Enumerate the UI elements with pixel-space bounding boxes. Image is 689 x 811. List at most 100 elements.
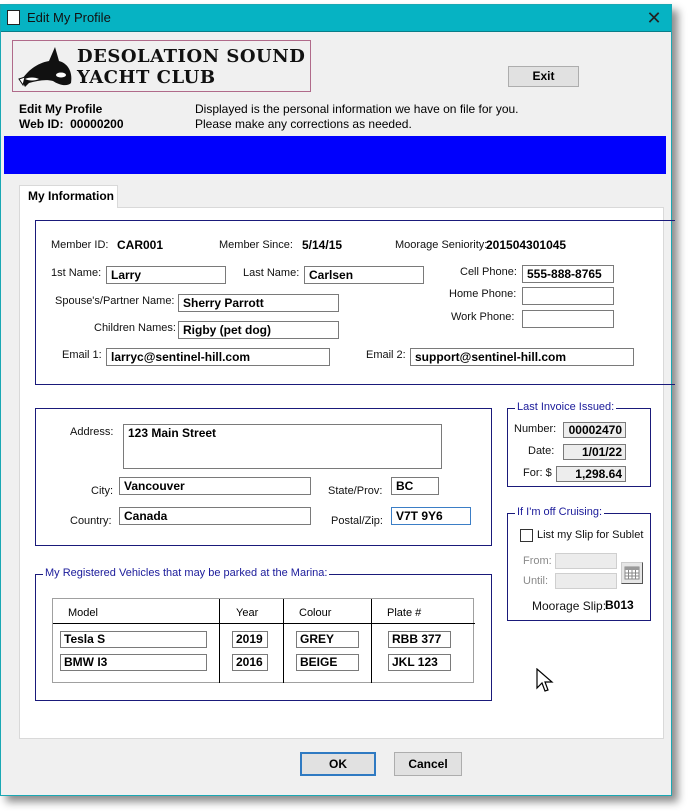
window-title: Edit My Profile [27, 10, 111, 25]
vehicle-colour-field[interactable]: BEIGE [296, 654, 359, 671]
children-label: Children Names: [94, 322, 176, 334]
cell-phone-label: Cell Phone: [460, 266, 517, 278]
member-id-value: CAR001 [117, 238, 164, 252]
orca-icon [18, 47, 72, 87]
title-bar: Edit My Profile ✕ [1, 5, 671, 32]
last-invoice-group: Last Invoice Issued: Number: 00002470 Da… [507, 401, 651, 487]
web-id-value: 00000200 [70, 117, 124, 131]
moorage-slip-value: B013 [605, 598, 634, 612]
until-label: Until: [523, 575, 549, 587]
address-group: Address: 123 Main Street City: Vancouver… [35, 408, 492, 546]
moorage-slip-label: Moorage Slip: [532, 599, 607, 613]
close-icon[interactable]: ✕ [643, 7, 665, 29]
address-field[interactable]: 123 Main Street [123, 424, 442, 469]
mouse-pointer-icon [536, 668, 554, 692]
member-info-group: Member ID: CAR001 Member Since: 5/14/15 … [35, 220, 675, 385]
postal-field[interactable]: V7T 9Y6 [391, 507, 471, 525]
email1-field[interactable]: larryc@sentinel-hill.com [106, 348, 330, 366]
header-info: Displayed is the personal information we… [195, 102, 519, 132]
invoice-number-label: Number: [514, 423, 557, 435]
app-icon [7, 10, 20, 25]
club-name: DESOLATION SOUND YACHT CLUB [77, 46, 305, 88]
invoice-amount-value: 1,298.64 [556, 466, 626, 482]
last-name-label: Last Name: [243, 267, 300, 279]
cruising-legend: If I'm off Cruising: [515, 506, 605, 518]
web-id-label: Web ID: [19, 117, 64, 131]
column-divider [219, 599, 220, 683]
address-label: Address: [70, 426, 114, 438]
column-header-colour: Colour [299, 607, 332, 619]
cruising-group: If I'm off Cruising: List my Slip for Su… [507, 506, 651, 621]
header-divider [53, 623, 475, 624]
city-field[interactable]: Vancouver [119, 477, 311, 495]
children-field[interactable]: Rigby (pet dog) [178, 321, 339, 339]
seniority-label: Moorage Seniority: [395, 239, 488, 251]
vehicle-plate-field[interactable]: JKL 123 [388, 654, 451, 671]
column-header-plate: Plate # [387, 607, 422, 619]
last-invoice-legend: Last Invoice Issued: [515, 401, 617, 413]
state-field[interactable]: BC [391, 477, 439, 495]
until-date-field[interactable] [555, 573, 617, 589]
page-title: Edit My Profile [19, 102, 103, 116]
email1-label: Email 1: [62, 349, 102, 361]
vehicle-model-field[interactable]: Tesla S [60, 631, 207, 648]
member-since-value: 5/14/15 [302, 238, 343, 252]
seniority-value: 201504301045 [486, 238, 567, 252]
vehicle-colour-field[interactable]: GREY [296, 631, 359, 648]
from-date-field[interactable] [555, 553, 617, 569]
email2-label: Email 2: [366, 349, 406, 361]
club-name-line1: DESOLATION SOUND [77, 46, 306, 67]
info-line-1: Displayed is the personal information we… [195, 102, 519, 116]
work-phone-label: Work Phone: [451, 311, 515, 323]
spouse-label: Spouse's/Partner Name: [55, 295, 175, 307]
sublet-checkbox[interactable] [520, 529, 533, 542]
first-name-field[interactable]: Larry [106, 266, 226, 284]
home-phone-label: Home Phone: [449, 288, 517, 300]
first-name-label: 1st Name: [51, 267, 102, 279]
last-name-field[interactable]: Carlsen [304, 266, 424, 284]
email2-field[interactable]: support@sentinel-hill.com [410, 348, 634, 366]
invoice-date-label: Date: [528, 445, 555, 457]
club-logo: DESOLATION SOUND YACHT CLUB [12, 40, 311, 92]
cell-phone-field[interactable]: 555-888-8765 [522, 265, 614, 283]
vehicles-group: My Registered Vehicles that may be parke… [35, 567, 492, 701]
invoice-amount-label: For: $ [523, 467, 552, 479]
work-phone-field[interactable] [522, 310, 614, 328]
ok-button[interactable]: OK [300, 752, 376, 776]
calendar-button[interactable] [621, 562, 643, 584]
vehicle-plate-field[interactable]: RBB 377 [388, 631, 451, 648]
column-header-model: Model [68, 607, 98, 619]
city-label: City: [91, 485, 113, 497]
home-phone-field[interactable] [522, 287, 614, 305]
vehicles-table: Model Year Colour Plate # Tesla S 2019 G… [52, 598, 475, 683]
vehicle-year-field[interactable]: 2019 [232, 631, 268, 648]
web-id: Web ID: 00000200 [19, 117, 124, 132]
country-field[interactable]: Canada [119, 507, 311, 525]
column-header-year: Year [236, 607, 259, 619]
tab-my-information[interactable]: My Information [19, 185, 118, 208]
column-divider [283, 599, 284, 683]
vehicles-legend: My Registered Vehicles that may be parke… [43, 567, 330, 579]
member-id-label: Member ID: [51, 239, 109, 251]
club-name-line2: YACHT CLUB [77, 67, 216, 88]
cancel-button[interactable]: Cancel [394, 752, 462, 776]
info-line-2: Please make any corrections as needed. [195, 117, 412, 131]
spouse-field[interactable]: Sherry Parrott [178, 294, 339, 312]
vehicle-year-field[interactable]: 2016 [232, 654, 268, 671]
header-left: Edit My Profile Web ID: 00000200 [19, 102, 124, 132]
column-divider [371, 599, 372, 683]
invoice-number-value: 00002470 [563, 422, 626, 438]
tab-panel: Member ID: CAR001 Member Since: 5/14/15 … [19, 207, 675, 739]
from-label: From: [523, 555, 552, 567]
edit-profile-window: Edit My Profile ✕ DESOLATION SOUND YACHT… [0, 4, 675, 796]
invoice-date-value: 1/01/22 [563, 444, 626, 460]
state-label: State/Prov: [328, 485, 383, 497]
country-label: Country: [70, 515, 112, 527]
banner-bar [4, 136, 666, 174]
postal-label: Postal/Zip: [331, 515, 383, 527]
exit-button[interactable]: Exit [508, 66, 579, 87]
vehicle-model-field[interactable]: BMW I3 [60, 654, 207, 671]
sublet-label[interactable]: List my Slip for Sublet [537, 529, 643, 541]
member-since-label: Member Since: [219, 239, 293, 251]
calendar-icon [624, 566, 640, 580]
